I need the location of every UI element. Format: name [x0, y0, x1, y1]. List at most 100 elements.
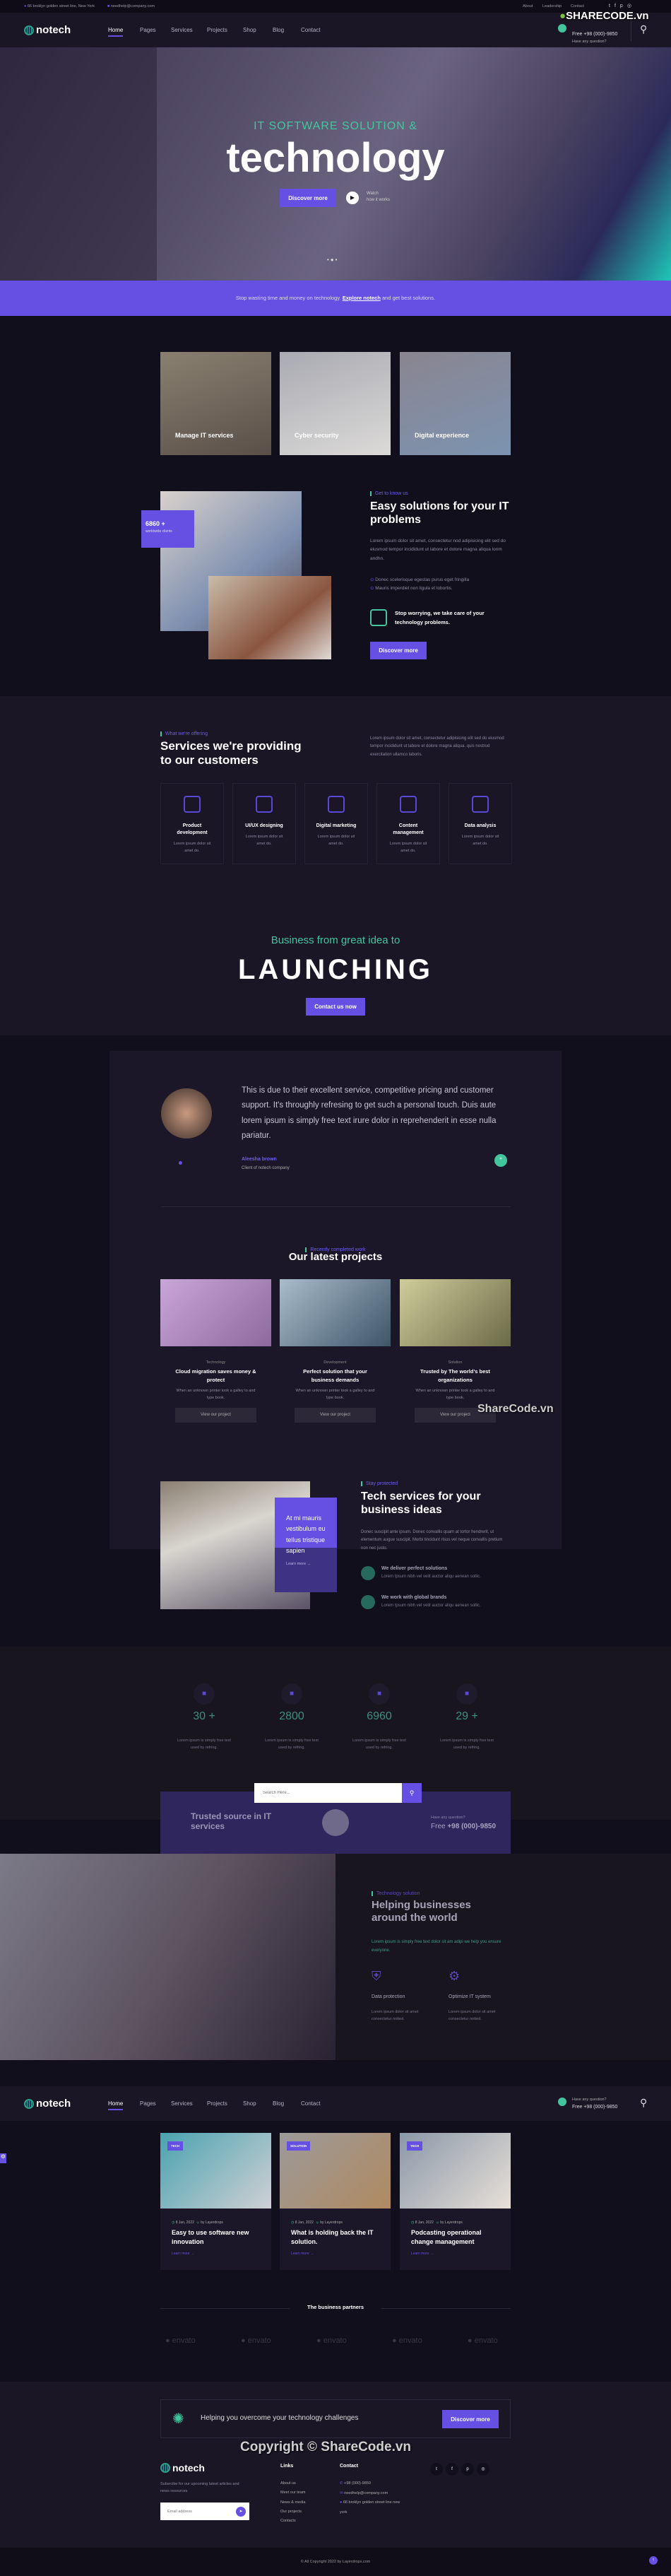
learn-more-link[interactable]: Learn more → [286, 1562, 326, 1566]
top-link-leadership[interactable]: Leadership [542, 4, 562, 8]
about-discover-button[interactable]: Discover more [370, 642, 427, 659]
service-card[interactable]: Digital marketing Lorem ipsum dolor sit … [304, 783, 368, 864]
nav-contact[interactable]: Contact [301, 27, 321, 33]
search-icon[interactable]: ⚲ [640, 2097, 647, 2109]
user-icon: ☺ [435, 2221, 439, 2225]
footer-link[interactable]: Contacts [280, 2517, 305, 2526]
play-icon[interactable]: ▶ [346, 192, 359, 204]
newsletter-form: ➤ [160, 2503, 249, 2520]
discover-more-button[interactable]: Discover more [280, 189, 336, 207]
cta-phone[interactable]: Free +98 (000)-9850 [431, 1823, 496, 1830]
partner-logo[interactable]: ● envato [468, 2336, 498, 2345]
about-highlight: Stop worrying, we take care of your tech… [395, 610, 485, 625]
search-submit-button[interactable]: ⚲ [402, 1783, 422, 1803]
partner-logo[interactable]: ● envato [241, 2336, 271, 2345]
email-link[interactable]: ■ needhelp@company.com [107, 4, 155, 8]
footer-logo[interactable]: notech [160, 2462, 205, 2474]
footer-link[interactable]: Meet our team [280, 2488, 305, 2498]
clock-icon: ◷ [172, 2221, 175, 2225]
nav-pages[interactable]: Pages [140, 27, 156, 33]
tech-tag: Stay protected [361, 1481, 398, 1486]
settings-gear-icon[interactable]: ⚙ [0, 2153, 6, 2163]
service-card[interactable]: Product development Lorem ipsum dolor si… [160, 783, 224, 864]
blog-card[interactable]: TECH ◷ 8 Jan, 2022 ☺ by Layerdrops Podca… [400, 2133, 511, 2270]
nav-blog[interactable]: Blog [273, 27, 284, 33]
address: ● 66 broklyn golden street line, New Yor… [24, 4, 95, 8]
social-icons[interactable]: tfp◎ [609, 3, 636, 8]
blog-title[interactable]: What is holding back the IT solution. [291, 2228, 379, 2246]
stat-item: ■ 29 + Lorem ipsum is simply free text u… [423, 1683, 511, 1752]
nav-contact[interactable]: Contact [301, 2100, 321, 2107]
pinterest-icon[interactable]: p [620, 4, 627, 8]
about-image-2 [208, 576, 331, 659]
blog-title[interactable]: Podcasting operational change management [411, 2228, 499, 2246]
nav-pages[interactable]: Pages [140, 2100, 156, 2107]
nav-shop[interactable]: Shop [243, 2100, 256, 2107]
top-link-contact[interactable]: Contact [571, 4, 584, 8]
service-card[interactable]: Data analysis Lorem ipsum dolor sit amet… [449, 783, 512, 864]
service-card[interactable]: UI/UX designing Lorem ipsum dolor sit am… [232, 783, 296, 864]
learn-more-link[interactable]: Learn more → [172, 2252, 271, 2256]
sharecode-copyright-watermark: Copyright © ShareCode.vn [240, 2440, 412, 2454]
learn-more-link[interactable]: Learn more → [411, 2252, 511, 2256]
hero-title: technology [226, 135, 445, 181]
twitter-icon[interactable]: t [430, 2463, 443, 2476]
testimonial-dot[interactable] [179, 1161, 182, 1165]
search-icon[interactable]: ⚲ [640, 23, 647, 35]
blog-title[interactable]: Easy to use software new innovation [172, 2228, 260, 2246]
blog-card[interactable]: TECH ◷ 8 Jan, 2022 ☺ by Layerdrops Easy … [160, 2133, 271, 2270]
feature-card[interactable]: Cyber security [280, 352, 391, 455]
nav-services[interactable]: Services [171, 2100, 193, 2107]
footer-link[interactable]: About us [280, 2479, 305, 2488]
project-card[interactable]: Development Perfect solution that your b… [280, 1279, 391, 1442]
nav-shop[interactable]: Shop [243, 27, 256, 33]
location-icon: ● [340, 2500, 343, 2505]
instagram-icon[interactable]: ◎ [477, 2463, 489, 2476]
nav-services[interactable]: Services [171, 27, 193, 33]
feature-card[interactable]: Manage IT services [160, 352, 271, 455]
globe-icon [160, 2463, 170, 2473]
send-button[interactable]: ➤ [236, 2506, 246, 2517]
footer-link[interactable]: Our projects [280, 2507, 305, 2517]
logo[interactable]: notech [24, 24, 71, 36]
nav-projects[interactable]: Projects [207, 2100, 227, 2107]
nav-home[interactable]: Home [108, 27, 124, 37]
pinterest-icon[interactable]: p [461, 2463, 474, 2476]
footer-discover-button[interactable]: Discover more [442, 2410, 499, 2428]
view-project-button[interactable]: View our project [295, 1407, 376, 1423]
partner-logo[interactable]: ● envato [392, 2336, 422, 2345]
logo[interactable]: notech [24, 2098, 71, 2110]
twitter-icon[interactable]: t [609, 4, 614, 8]
watch-video-link[interactable]: Watch how it works [367, 191, 390, 204]
nav-home[interactable]: Home [108, 2100, 124, 2110]
service-card[interactable]: Content management Lorem ipsum dolor sit… [376, 783, 440, 864]
view-project-button[interactable]: View our project [175, 1407, 256, 1423]
check-icon: ⊙ [370, 586, 374, 592]
search-input[interactable] [254, 1783, 402, 1803]
stat-item: ■ 2800 Lorem ipsum is simply free text u… [248, 1683, 336, 1752]
nav-projects[interactable]: Projects [207, 27, 227, 33]
partner-logo[interactable]: ● envato [316, 2336, 347, 2345]
slider-dots[interactable]: •●• [327, 257, 338, 263]
feature-card[interactable]: Digital experience [400, 352, 511, 455]
footer-link[interactable]: News & media [280, 2498, 305, 2507]
facebook-icon[interactable]: f [446, 2463, 458, 2476]
header-phone[interactable]: Free +98 (000)-9850 [572, 32, 617, 37]
project-card[interactable]: Technology Cloud migration saves money &… [160, 1279, 271, 1442]
top-link-about[interactable]: About [523, 4, 533, 8]
sharecode-watermark-logo: ●SHARECODE.vn [559, 10, 649, 22]
email-field[interactable] [160, 2509, 236, 2514]
learn-more-link[interactable]: Learn more → [291, 2252, 391, 2256]
about-text: Lorem ipsum dolor sit amet, consectetur … [370, 539, 506, 561]
instagram-icon[interactable]: ◎ [627, 4, 636, 8]
explore-link[interactable]: Explore notech [343, 295, 381, 301]
blog-image: SOLUTION [280, 2133, 391, 2209]
scroll-top-button[interactable]: ↑ [649, 2556, 658, 2565]
project-card[interactable]: Solution Trusted by The world's best org… [400, 1279, 511, 1442]
contact-us-button[interactable]: Contact us now [306, 998, 365, 1016]
clock-icon: ◷ [291, 2221, 295, 2225]
nav-blog[interactable]: Blog [273, 2100, 284, 2107]
blog-card[interactable]: SOLUTION ◷ 8 Jan, 2022 ☺ by Layerdrops W… [280, 2133, 391, 2270]
partner-logo[interactable]: ● envato [165, 2336, 196, 2345]
facebook-icon[interactable]: f [614, 4, 620, 8]
